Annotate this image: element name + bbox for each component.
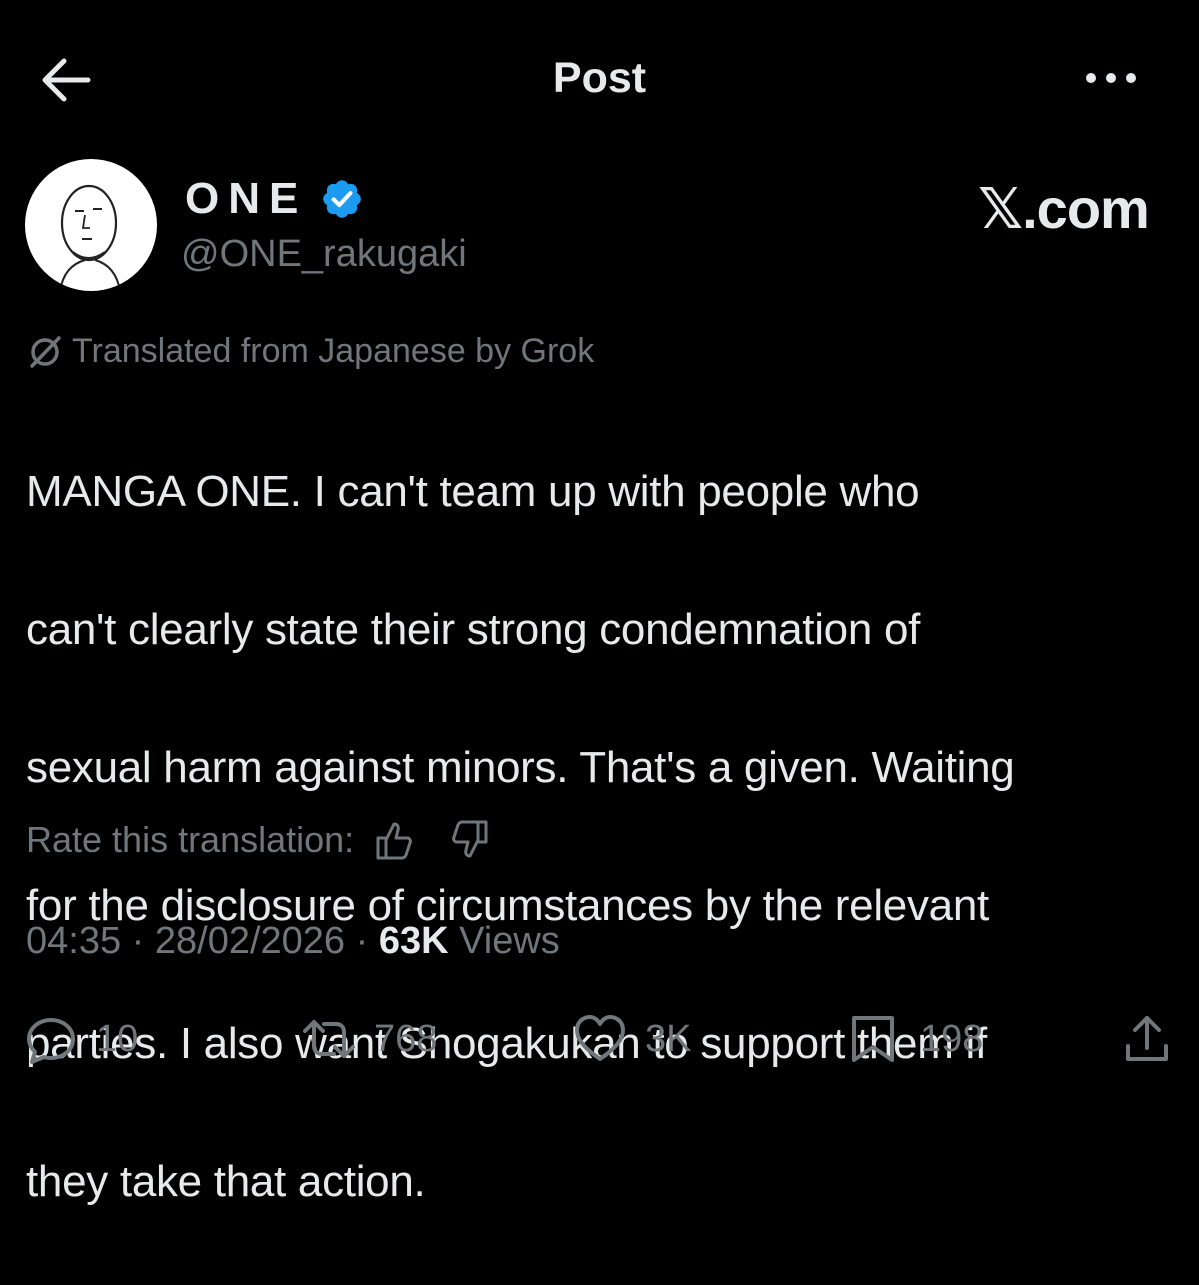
translation-notice: Translated from Japanese by Grok (26, 332, 594, 371)
repost-button[interactable]: 768 (302, 1012, 437, 1066)
post-time: 04:35 (26, 920, 122, 962)
bookmark-icon (848, 1012, 902, 1066)
page-title: Post (552, 54, 647, 102)
like-count: 3K (645, 1017, 692, 1060)
rate-translation: Rate this translation: (26, 818, 492, 862)
repost-count: 768 (374, 1017, 438, 1060)
author-handle[interactable]: @ONE_rakugaki (181, 233, 467, 276)
bookmark-button[interactable]: 198 (848, 1012, 983, 1066)
more-options-icon[interactable] (1082, 66, 1140, 90)
thumbs-up-icon[interactable] (372, 818, 416, 862)
rate-label: Rate this translation: (26, 819, 355, 860)
like-button[interactable]: 3K (573, 1012, 691, 1066)
translation-label: Translated from Japanese by Grok (72, 332, 595, 370)
author-display-name[interactable]: ONE (185, 174, 307, 224)
reply-icon (24, 1012, 78, 1066)
share-icon (1120, 1012, 1174, 1066)
post-line: MANGA ONE. I can't team up with people w… (26, 467, 920, 516)
bookmark-count: 198 (920, 1017, 984, 1060)
post-line: sexual harm against minors. That's a giv… (26, 743, 1015, 792)
share-button[interactable] (1120, 1012, 1192, 1066)
repost-icon (302, 1012, 356, 1066)
post-date: 28/02/2026 (154, 920, 346, 962)
post-line: can't clearly state their strong condemn… (26, 605, 921, 654)
grok-icon (26, 333, 64, 371)
thumbs-down-icon[interactable] (448, 818, 492, 862)
reply-count: 10 (96, 1017, 139, 1060)
post-line: they take that action. (26, 1157, 426, 1206)
avatar[interactable] (25, 159, 157, 291)
views-count: 63K (378, 920, 449, 962)
reply-button[interactable]: 10 (24, 1012, 138, 1066)
heart-icon (573, 1012, 627, 1066)
verified-badge-icon (320, 177, 364, 221)
brand-watermark: 𝕏.com (978, 177, 1150, 240)
meta-separator: · (355, 920, 369, 962)
views-label: Views (459, 920, 560, 962)
meta-separator: · (131, 920, 145, 962)
post-metadata: 04:35 · 28/02/2026 · 63K Views (26, 920, 560, 963)
